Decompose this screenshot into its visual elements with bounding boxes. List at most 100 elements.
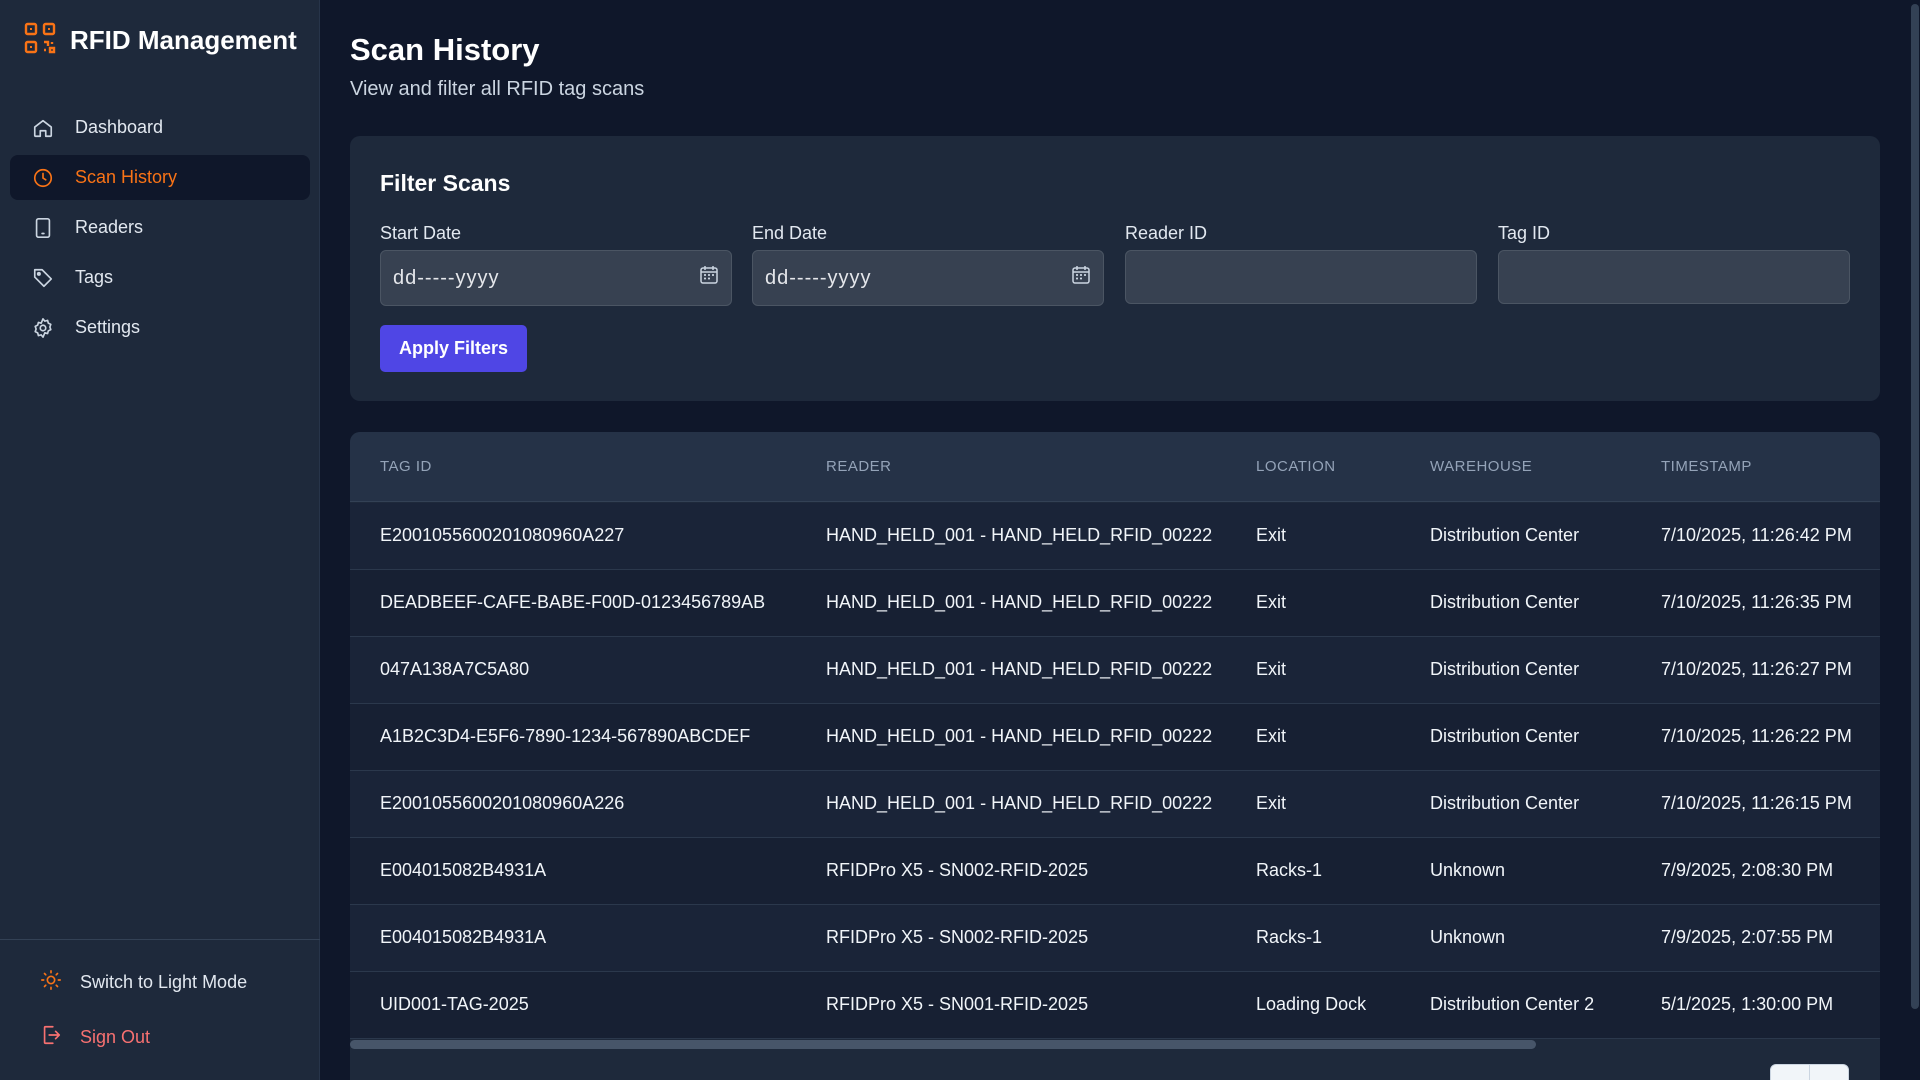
table-row[interactable]: A1B2C3D4-E5F6-7890-1234-567890ABCDEF HAN… <box>350 704 1880 771</box>
tag-id-label: Tag ID <box>1498 223 1551 243</box>
theme-toggle-label: Switch to Light Mode <box>80 971 248 992</box>
cell-reader: HAND_HELD_001 - HAND_HELD_RFID_00222 <box>826 659 1213 679</box>
cell-timestamp: 7/10/2025, 11:26:15 PM <box>1661 793 1852 813</box>
sidebar-item-readers[interactable]: Readers <box>10 205 310 250</box>
column-header-tag-id[interactable]: TAG ID <box>380 458 432 475</box>
sidebar-item-scan-history[interactable]: Scan History <box>10 155 310 200</box>
sidebar-item-label: Tags <box>75 267 114 287</box>
theme-toggle-button[interactable]: Switch to Light Mode <box>40 962 247 1002</box>
sign-out-button[interactable]: Sign Out <box>40 1017 150 1057</box>
cell-location: Exit <box>1256 592 1287 612</box>
table-row[interactable]: E004015082B4931A RFIDPro X5 - SN002-RFID… <box>350 905 1880 972</box>
cell-reader: RFIDPro X5 - SN001-RFID-2025 <box>826 994 1089 1014</box>
horizontal-scrollbar-thumb[interactable] <box>350 1040 1536 1049</box>
cell-timestamp: 7/9/2025, 2:08:30 PM <box>1661 860 1834 880</box>
end-date-field: End Date dd-----yyyy <box>752 222 1104 306</box>
page-title: Scan History <box>350 32 540 67</box>
cell-timestamp: 7/10/2025, 11:26:27 PM <box>1661 659 1852 679</box>
cell-location: Exit <box>1256 793 1287 813</box>
sidebar-nav: Dashboard Scan History Readers Tags Sett… <box>10 105 310 355</box>
cell-tag-id: E2001055600201080960A226 <box>380 793 625 813</box>
cell-reader: RFIDPro X5 - SN002-RFID-2025 <box>826 860 1089 880</box>
cell-location: Exit <box>1256 525 1287 545</box>
cell-timestamp: 7/10/2025, 11:26:35 PM <box>1661 592 1852 612</box>
sun-icon <box>40 969 62 996</box>
tag-id-input[interactable] <box>1498 250 1850 304</box>
cell-warehouse: Distribution Center <box>1430 793 1580 813</box>
reader-id-input[interactable] <box>1125 250 1477 304</box>
table-row[interactable]: E004015082B4931A RFIDPro X5 - SN002-RFID… <box>350 838 1880 905</box>
tag-icon <box>31 266 55 290</box>
table-row[interactable]: DEADBEEF-CAFE-BABE-F00D-0123456789AB HAN… <box>350 570 1880 637</box>
horizontal-scrollbar[interactable] <box>350 1039 1880 1049</box>
sidebar-item-label: Scan History <box>75 167 178 187</box>
table-header: TAG ID READER LOCATION WAREHOUSE TIMESTA… <box>350 432 1880 502</box>
cell-warehouse: Distribution Center <box>1430 592 1580 612</box>
cell-reader: HAND_HELD_001 - HAND_HELD_RFID_00222 <box>826 525 1213 545</box>
cell-reader: HAND_HELD_001 - HAND_HELD_RFID_00222 <box>826 592 1213 612</box>
column-header-warehouse[interactable]: WAREHOUSE <box>1430 458 1532 475</box>
column-header-timestamp[interactable]: TIMESTAMP <box>1661 458 1752 475</box>
main-content: Scan History View and filter all RFID ta… <box>350 0 1880 1080</box>
vertical-scrollbar[interactable] <box>1910 0 1920 1080</box>
column-header-location[interactable]: LOCATION <box>1256 458 1336 475</box>
apply-filters-button[interactable]: Apply Filters <box>380 325 527 372</box>
start-date-input[interactable]: dd-----yyyy <box>380 250 732 306</box>
page-subtitle: View and filter all RFID tag scans <box>350 78 645 100</box>
start-date-field: Start Date dd-----yyyy <box>380 222 732 306</box>
sign-out-icon <box>40 1024 62 1051</box>
sidebar-item-label: Readers <box>75 217 144 237</box>
column-header-reader[interactable]: READER <box>826 458 892 475</box>
cell-timestamp: 7/10/2025, 11:26:22 PM <box>1661 726 1852 746</box>
pagination-prev-button[interactable] <box>1770 1064 1810 1080</box>
cell-timestamp: 7/10/2025, 11:26:42 PM <box>1661 525 1852 545</box>
clock-icon <box>31 166 55 190</box>
cell-tag-id: E004015082B4931A <box>380 860 547 880</box>
cell-tag-id: E2001055600201080960A227 <box>380 525 625 545</box>
sidebar-item-label: Settings <box>75 317 141 337</box>
table-row[interactable]: 047A138A7C5A80 HAND_HELD_001 - HAND_HELD… <box>350 637 1880 704</box>
sidebar-item-dashboard[interactable]: Dashboard <box>10 105 310 150</box>
cell-location: Exit <box>1256 726 1287 746</box>
filter-title: Filter Scans <box>380 170 511 196</box>
table-row[interactable]: E2001055600201080960A227 HAND_HELD_001 -… <box>350 503 1880 570</box>
end-date-value: dd-----yyyy <box>765 266 872 289</box>
end-date-label: End Date <box>752 223 828 243</box>
cell-reader: RFIDPro X5 - SN002-RFID-2025 <box>826 927 1089 947</box>
start-date-label: Start Date <box>380 223 462 243</box>
vertical-scrollbar-thumb[interactable] <box>1911 4 1919 1009</box>
end-date-input[interactable]: dd-----yyyy <box>752 250 1104 306</box>
table-row[interactable]: UID001-TAG-2025 RFIDPro X5 - SN001-RFID-… <box>350 972 1880 1039</box>
cell-timestamp: 7/9/2025, 2:07:55 PM <box>1661 927 1834 947</box>
cell-tag-id: DEADBEEF-CAFE-BABE-F00D-0123456789AB <box>380 592 766 612</box>
cell-location: Loading Dock <box>1256 994 1367 1014</box>
qr-code-icon <box>24 22 56 59</box>
cell-location: Exit <box>1256 659 1287 679</box>
pagination-next-button[interactable] <box>1809 1064 1849 1080</box>
start-date-value: dd-----yyyy <box>393 266 500 289</box>
cell-location: Racks-1 <box>1256 860 1323 880</box>
cell-reader: HAND_HELD_001 - HAND_HELD_RFID_00222 <box>826 726 1213 746</box>
sidebar-item-label: Dashboard <box>75 117 164 137</box>
cell-warehouse: Distribution Center <box>1430 659 1580 679</box>
cell-timestamp: 5/1/2025, 1:30:00 PM <box>1661 994 1834 1014</box>
gear-icon <box>31 316 55 340</box>
cell-tag-id: UID001-TAG-2025 <box>380 994 529 1014</box>
brand-title: RFID Management <box>70 24 297 55</box>
cell-warehouse: Distribution Center 2 <box>1430 994 1595 1014</box>
cell-tag-id: 047A138A7C5A80 <box>380 659 530 679</box>
cell-reader: HAND_HELD_001 - HAND_HELD_RFID_00222 <box>826 793 1213 813</box>
calendar-icon[interactable] <box>1071 265 1091 291</box>
scan-table: TAG ID READER LOCATION WAREHOUSE TIMESTA… <box>350 432 1880 1080</box>
tablet-icon <box>31 216 55 240</box>
cell-location: Racks-1 <box>1256 927 1323 947</box>
cell-warehouse: Unknown <box>1430 927 1506 947</box>
filter-card: Filter Scans Start Date dd-----yyyy End … <box>350 136 1880 401</box>
reader-id-field: Reader ID <box>1125 222 1477 304</box>
home-icon <box>31 116 55 140</box>
sidebar-item-settings[interactable]: Settings <box>10 305 310 350</box>
sidebar-item-tags[interactable]: Tags <box>10 255 310 300</box>
calendar-icon[interactable] <box>699 265 719 291</box>
brand[interactable]: RFID Management <box>24 22 297 58</box>
table-row[interactable]: E2001055600201080960A226 HAND_HELD_001 -… <box>350 771 1880 838</box>
